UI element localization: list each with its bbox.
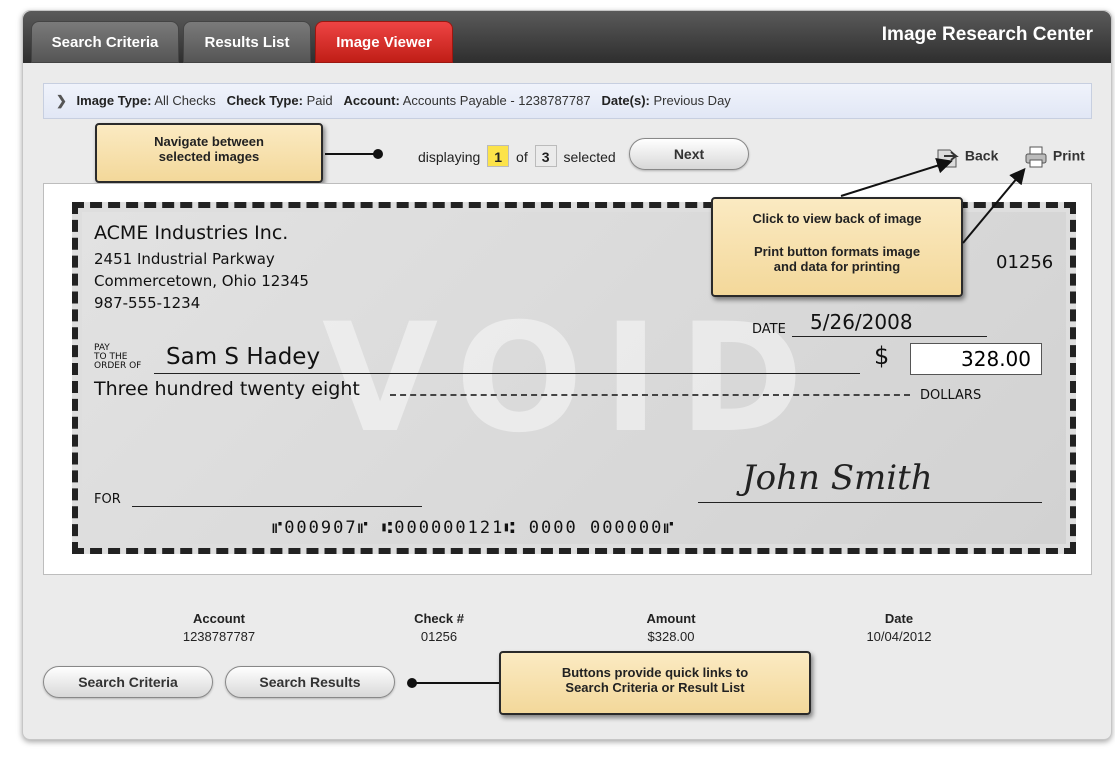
detail-date-value: 10/04/2012 <box>866 629 932 644</box>
detail-check-value: 01256 <box>420 629 458 644</box>
detail-account-value: 1238787787 <box>182 629 256 644</box>
pay-to-label: PAY TO THE ORDER OF <box>94 344 141 371</box>
amount-words-dash-line <box>390 394 910 396</box>
back-arrow <box>840 157 953 197</box>
check-date-label: DATE <box>752 322 786 337</box>
detail-account: Account 1238787787 <box>139 611 299 644</box>
callout-arrows <box>840 157 1026 244</box>
memo-label: FOR <box>94 492 121 507</box>
check-amount-words: Three hundred twenty eight <box>94 378 360 400</box>
dollars-label: DOLLARS <box>920 388 982 403</box>
detail-date: Date 10/04/2012 <box>819 611 979 644</box>
dollar-sign: $ <box>874 342 890 370</box>
callout-links-line2: Search Criteria or Result List <box>565 680 745 695</box>
check-signature: John Smith <box>742 458 933 498</box>
detail-account-label: Account <box>193 611 245 626</box>
detail-check-number: Check # 01256 <box>359 611 519 644</box>
detail-date-label: Date <box>884 611 914 626</box>
callout-links-line1: Buttons provide quick links to <box>561 665 749 680</box>
callout-quick-links: Buttons provide quick links to Search Cr… <box>499 651 811 715</box>
order-of-label: ORDER OF <box>94 361 142 371</box>
detail-amount-value: $328.00 <box>647 629 695 644</box>
signature-line <box>698 502 1042 503</box>
memo-line <box>132 506 422 507</box>
check-payee: Sam S Hadey <box>166 344 321 370</box>
detail-amount: Amount $328.00 <box>591 611 751 644</box>
print-arrow <box>962 167 1026 244</box>
search-results-button[interactable]: Search Results <box>225 666 395 698</box>
search-criteria-button[interactable]: Search Criteria <box>43 666 213 698</box>
image-research-window: Search Criteria Results List Image Viewe… <box>22 10 1112 740</box>
detail-amount-label: Amount <box>646 611 696 626</box>
date-line <box>792 336 987 337</box>
callout-links-leader <box>413 682 499 684</box>
check-amount-box: 328.00 <box>910 343 1042 375</box>
detail-check-label: Check # <box>414 611 464 626</box>
micr-line: ⑈000907⑈ ⑆000000121⑆ 0000 000000⑈ <box>272 518 676 538</box>
void-watermark: VOID <box>322 292 824 466</box>
check-date: 5/26/2008 <box>810 310 913 334</box>
payee-line <box>154 373 860 374</box>
